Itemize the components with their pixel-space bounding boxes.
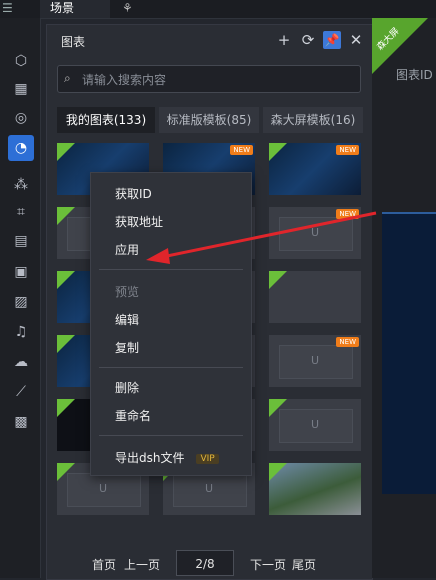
chart-preview bbox=[382, 212, 436, 494]
properties-panel: 森大屏 图表ID : bbox=[372, 18, 436, 578]
tab-scene[interactable]: 场景 bbox=[40, 0, 110, 18]
menu-preview[interactable]: 预览 bbox=[115, 283, 139, 300]
refresh-icon[interactable]: ⟳ bbox=[299, 31, 317, 49]
chart-id-label: 图表ID : bbox=[396, 68, 436, 82]
cube-icon[interactable]: ⬡ bbox=[12, 52, 30, 70]
clock-chart-icon[interactable]: ◔ bbox=[8, 135, 34, 161]
image-icon[interactable]: ▣ bbox=[12, 263, 30, 281]
pin-icon[interactable]: 📌 bbox=[323, 31, 341, 49]
search-icon: ⌕ bbox=[64, 71, 71, 85]
menu-delete[interactable]: 删除 bbox=[115, 379, 139, 396]
new-badge: NEW bbox=[336, 145, 359, 155]
first-page-button[interactable]: 首页 bbox=[92, 556, 116, 573]
menu-export-label: 导出dsh文件 bbox=[115, 451, 185, 465]
menu-divider bbox=[99, 367, 243, 368]
menu-edit[interactable]: 编辑 bbox=[115, 311, 139, 328]
nodes-icon[interactable]: ⁂ bbox=[12, 176, 30, 194]
menu-copy[interactable]: 复制 bbox=[115, 339, 139, 356]
menu-icon[interactable]: ☰ bbox=[2, 0, 18, 16]
search-box: ⌕ bbox=[57, 65, 361, 93]
pagination: 首页 上一页 2/8 下一页 尾页 bbox=[46, 548, 371, 578]
new-badge: NEW bbox=[230, 145, 253, 155]
top-bar: ☰ 场景 ⚘ bbox=[0, 0, 436, 19]
building-icon[interactable]: ▦ bbox=[12, 80, 30, 98]
sitemap-icon[interactable]: ⚘ bbox=[122, 1, 133, 15]
chart-thumbnail[interactable] bbox=[269, 271, 361, 323]
add-icon[interactable]: + bbox=[275, 31, 293, 49]
context-menu: 获取ID 获取地址 应用 预览 编辑 复制 删除 重命名 导出dsh文件 VIP bbox=[90, 172, 252, 476]
menu-rename[interactable]: 重命名 bbox=[115, 407, 151, 424]
next-page-button[interactable]: 下一页 bbox=[250, 556, 286, 573]
menu-apply[interactable]: 应用 bbox=[115, 241, 139, 258]
line-chart-icon[interactable]: ⟋ bbox=[12, 383, 30, 401]
tab-standard-templates[interactable]: 标准版模板(85) bbox=[159, 107, 259, 133]
prev-page-button[interactable]: 上一页 bbox=[124, 556, 160, 573]
chart-tabs: 我的图表(133) 标准版模板(85) 森大屏模板(16) bbox=[57, 107, 363, 133]
chart-thumbnail[interactable] bbox=[269, 463, 361, 515]
placeholder-logo: U bbox=[311, 354, 320, 367]
chart-thumbnail[interactable]: U NEW bbox=[269, 207, 361, 259]
music-icon[interactable]: ♫ bbox=[12, 323, 30, 341]
placeholder-logo: U bbox=[99, 482, 108, 495]
placeholder-logo: U bbox=[205, 482, 214, 495]
crop-icon[interactable]: ⌗ bbox=[12, 203, 30, 221]
menu-divider bbox=[99, 435, 243, 436]
panel-title: 图表 bbox=[61, 35, 86, 49]
left-toolbar: ⬡ ▦ ◎ ◔ ⁂ ⌗ ▤ ▣ ▨ ♫ ☁ ⟋ ▩ bbox=[0, 18, 41, 578]
page-input[interactable]: 2/8 bbox=[176, 550, 234, 576]
placeholder-logo: U bbox=[311, 418, 320, 431]
close-icon[interactable]: ✕ bbox=[347, 31, 365, 49]
placeholder-logo: U bbox=[311, 226, 320, 239]
menu-divider bbox=[99, 269, 243, 270]
picture-icon[interactable]: ▨ bbox=[12, 293, 30, 311]
chart-thumbnail[interactable]: NEW bbox=[269, 143, 361, 195]
vip-badge: VIP bbox=[196, 453, 219, 464]
cloud-icon[interactable]: ☁ bbox=[12, 353, 30, 371]
grid-icon[interactable]: ▩ bbox=[12, 413, 30, 431]
tab-sen-templates[interactable]: 森大屏模板(16) bbox=[263, 107, 363, 133]
chart-thumbnail[interactable]: U bbox=[269, 399, 361, 451]
menu-get-url[interactable]: 获取地址 bbox=[115, 213, 163, 230]
last-page-button[interactable]: 尾页 bbox=[292, 556, 316, 573]
menu-get-id[interactable]: 获取ID bbox=[115, 185, 152, 202]
new-badge: NEW bbox=[336, 337, 359, 347]
menu-export-dsh[interactable]: 导出dsh文件 VIP bbox=[115, 449, 219, 466]
layout-icon[interactable]: ▤ bbox=[12, 232, 30, 250]
tab-my-charts[interactable]: 我的图表(133) bbox=[57, 107, 155, 133]
search-input[interactable] bbox=[80, 70, 354, 90]
chart-thumbnail[interactable]: U NEW bbox=[269, 335, 361, 387]
new-badge: NEW bbox=[336, 209, 359, 219]
chart-ring-icon[interactable]: ◎ bbox=[12, 109, 30, 127]
